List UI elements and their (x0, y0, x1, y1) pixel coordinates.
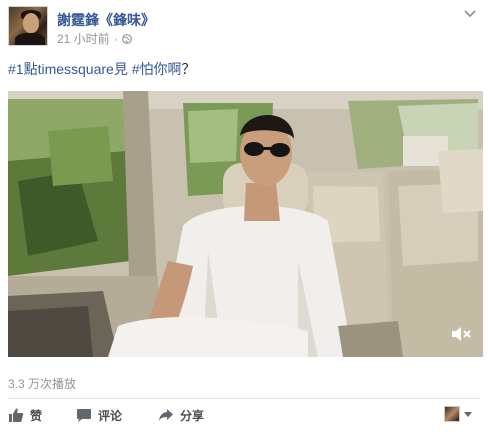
post-header: 謝霆鋒《鋒味》 21 小时前 · (8, 6, 480, 48)
action-bar: 赞 评论 分享 (8, 404, 480, 428)
post-meta: 21 小时前 · (57, 30, 132, 47)
chevron-down-icon[interactable] (462, 8, 478, 20)
post-as-selector[interactable] (444, 406, 472, 422)
meta-separator: · (113, 31, 118, 46)
text-suffix: ？ (181, 61, 196, 77)
share-button[interactable]: 分享 (158, 404, 204, 426)
share-label: 分享 (180, 408, 205, 423)
author-avatar[interactable] (8, 6, 48, 46)
hashtag-link[interactable]: #1點timessquare見 (8, 61, 128, 77)
divider (8, 398, 480, 399)
hashtag-link[interactable]: #怕你啊 (132, 61, 182, 77)
caret-down-icon (464, 411, 472, 417)
comment-button[interactable]: 评论 (76, 404, 122, 426)
share-arrow-icon (159, 409, 173, 421)
globe-icon[interactable] (121, 33, 132, 44)
video-player[interactable] (8, 91, 483, 357)
comment-label: 评论 (98, 408, 123, 423)
like-label: 赞 (30, 408, 43, 423)
thumbs-up-icon (9, 408, 24, 422)
post-timestamp[interactable]: 21 小时前 (57, 30, 110, 47)
avatar (444, 406, 460, 422)
video-frame (8, 91, 483, 357)
speaker-muted-icon[interactable] (451, 325, 473, 343)
like-button[interactable]: 赞 (8, 404, 42, 426)
author-name[interactable]: 謝霆鋒《鋒味》 (57, 10, 155, 30)
view-count: 3.3 万次播放 (8, 377, 77, 391)
post-text: #1點timessquare見 #怕你啊？ (8, 59, 196, 79)
speech-bubble-icon (77, 409, 91, 422)
